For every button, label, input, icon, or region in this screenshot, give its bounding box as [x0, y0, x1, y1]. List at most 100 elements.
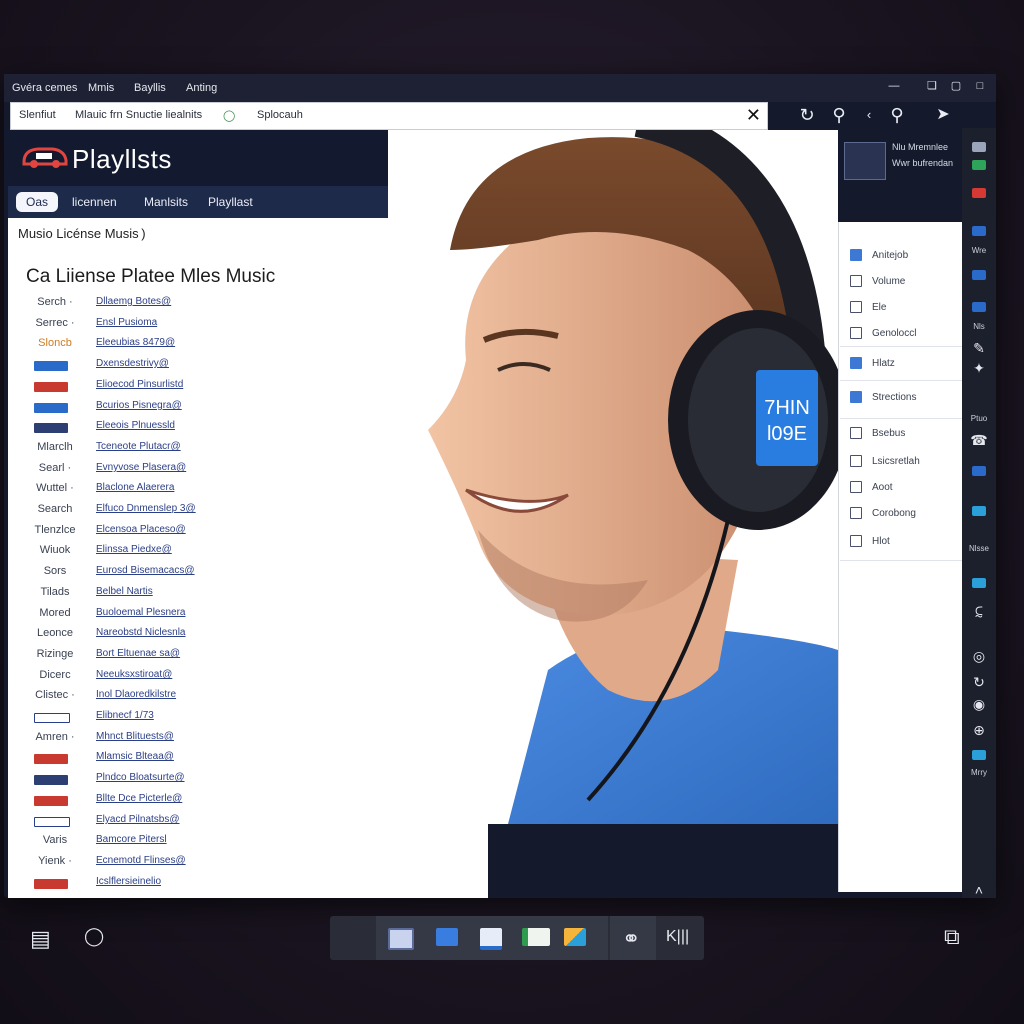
zoom-icon[interactable]: ⚲	[886, 104, 908, 126]
row-link[interactable]: Icslflersieinelio	[96, 876, 161, 887]
context-menu-item[interactable]: Strections	[850, 390, 916, 406]
page-title: Ca Liiense Platee Mles Music	[26, 266, 276, 287]
context-menu-item[interactable]: Bsebus	[850, 426, 905, 442]
rail-tool-icon[interactable]: ◉	[970, 696, 988, 713]
row-link[interactable]: Bllte Dce Picterle@	[96, 793, 182, 804]
rail-tool-icon[interactable]: ↻	[970, 674, 988, 691]
rail-tool-icon[interactable]: ˄	[970, 882, 988, 898]
row-link[interactable]: Dxensdestrivy@	[96, 358, 169, 369]
row-link[interactable]: Elfuco Dnmenslep 3@	[96, 503, 196, 514]
context-menu-item[interactable]: Hlatz	[850, 356, 895, 372]
maximize-icon[interactable]: ▢	[950, 80, 962, 92]
row-link[interactable]: Nareobstd Niclesnla	[96, 627, 186, 638]
rail-tool-icon[interactable]: ✎	[970, 340, 988, 357]
rail-app-icon[interactable]	[972, 188, 986, 198]
context-menu-item[interactable]: Aoot	[850, 480, 893, 496]
row-link[interactable]: Ensl Pusioma	[96, 317, 157, 328]
refresh-icon[interactable]: ↻	[796, 104, 818, 126]
context-menu-item-label: Genoloccl	[872, 328, 917, 339]
address-path: Mlauic frn Snuctie liealnits	[75, 109, 203, 121]
menu-item-mmis[interactable]: Mmis	[88, 82, 114, 94]
rail-app-icon[interactable]	[972, 142, 986, 152]
row-link[interactable]: Neeuksxstiroat@	[96, 669, 172, 680]
row-link[interactable]: Elyacd Pilnatsbs@	[96, 814, 180, 825]
rail-app-icon[interactable]	[972, 302, 986, 312]
row-badge	[34, 382, 68, 392]
menu-item-icon	[850, 275, 862, 288]
rail-app-icon[interactable]	[972, 506, 986, 516]
rail-app-icon[interactable]	[972, 270, 986, 280]
sheets-app-icon[interactable]	[522, 928, 550, 946]
rail-app-icon[interactable]	[972, 750, 986, 760]
tab-oas[interactable]: Oas	[16, 192, 59, 212]
rail-tool-icon[interactable]: ◎	[970, 648, 988, 665]
context-menu-item[interactable]: Hlot	[850, 534, 890, 550]
minimize-icon[interactable]: —	[888, 80, 900, 92]
garage-icon[interactable]: ▤	[30, 926, 51, 952]
row-link[interactable]: Dllaemg Botes@	[96, 296, 171, 307]
row-link[interactable]: Bort Eltuenae sa@	[96, 648, 180, 659]
context-menu-item[interactable]: Corobong	[850, 506, 916, 522]
photos-app-icon[interactable]	[564, 928, 586, 946]
browser-app-icon[interactable]	[388, 928, 414, 950]
row-link[interactable]: Mhnct Blituests@	[96, 731, 174, 742]
row-link[interactable]: Elinssa Piedxe@	[96, 544, 172, 555]
row-link[interactable]: Eleeubias 8479@	[96, 337, 175, 348]
row-link[interactable]: Eleeois Plnuessld	[96, 420, 175, 431]
context-menu-item[interactable]: Volume	[850, 274, 905, 290]
row-link[interactable]: Mlamsic Blteaa@	[96, 751, 174, 762]
music-player-icon[interactable]: ⚭	[622, 926, 640, 952]
row-link[interactable]: Buoloemal Plesnera	[96, 607, 186, 618]
address-bar[interactable]: Slenfiut Mlauic frn Snuctie liealnits ◯ …	[10, 102, 768, 130]
files-app-icon[interactable]	[436, 928, 458, 946]
row-link[interactable]: Ecnemotd Flinses@	[96, 855, 186, 866]
close-window-icon[interactable]: □	[974, 80, 986, 92]
search-icon[interactable]: ⚲	[828, 104, 850, 126]
row-link[interactable]: Bcurios Pisnegra@	[96, 400, 182, 411]
row-link[interactable]: Belbel Nartis	[96, 586, 153, 597]
row-link[interactable]: Evnyvose Plasera@	[96, 462, 186, 473]
tab-playllast[interactable]: Playllast	[198, 192, 263, 212]
restore-icon[interactable]: ❏	[926, 80, 938, 92]
row-link[interactable]: Bamcore Pitersl	[96, 834, 167, 845]
address-status: Splocauh	[257, 109, 303, 121]
rail-tool-icon[interactable]: ⊕	[970, 722, 988, 739]
rail-app-icon[interactable]	[972, 226, 986, 236]
rail-app-icon[interactable]	[972, 160, 986, 170]
context-menu-item[interactable]: Genoloccl	[850, 326, 916, 342]
context-menu-item[interactable]: Lsicsretlah	[850, 454, 920, 470]
row-label: Mlarclh	[37, 441, 73, 453]
row-link[interactable]: Plndco Bloatsurte@	[96, 772, 185, 783]
skip-back-icon[interactable]: K|||	[666, 928, 689, 946]
tab-manlsits[interactable]: Manlsits	[134, 192, 198, 212]
row-link[interactable]: Elioecod Pinsurlistd	[96, 379, 183, 390]
menu-item-anting[interactable]: Anting	[186, 82, 217, 94]
row-link[interactable]: Inol Dlaoredkilstre	[96, 689, 176, 700]
context-menu-item[interactable]: Anitejob	[850, 248, 908, 264]
row-link[interactable]: Elcensoa Placeso@	[96, 524, 186, 535]
row-link[interactable]: Blaclone Alaerera	[96, 482, 174, 493]
share-icon[interactable]: ➤	[932, 104, 954, 126]
back-icon[interactable]: ‹	[858, 104, 880, 126]
rail-tool-icon[interactable]: ✦	[970, 360, 988, 377]
rail-tool-icon[interactable]: ⫇	[970, 604, 988, 621]
context-menu-item-label: Anitejob	[872, 250, 909, 261]
rail-tool-icon[interactable]: ☎	[970, 432, 988, 449]
screen-share-icon[interactable]: ⧉	[944, 924, 960, 950]
profile-thumbnail[interactable]	[844, 142, 886, 180]
mail-app-icon[interactable]	[480, 928, 502, 950]
menu-item-file[interactable]: Gvéra cemes	[12, 82, 77, 94]
tab-licennen[interactable]: licennen	[62, 192, 127, 212]
rail-app-icon[interactable]	[972, 578, 986, 588]
row-link[interactable]: Tceneote Plutacr@	[96, 441, 181, 452]
clear-address-icon[interactable]: ✕	[746, 105, 761, 125]
menu-item-icon	[850, 301, 862, 314]
rail-app-icon[interactable]	[972, 466, 986, 476]
menu-item-playlists[interactable]: Bayllis	[134, 82, 166, 94]
rail-label: Nlsse	[968, 544, 989, 553]
chat-icon[interactable]: ◯	[84, 926, 104, 947]
row-link[interactable]: Elibnecf 1/73	[96, 710, 154, 721]
context-menu-item[interactable]: Ele	[850, 300, 886, 316]
row-link[interactable]: Eurosd Bisemacacs@	[96, 565, 195, 576]
rail-label: Mrry	[971, 768, 987, 777]
